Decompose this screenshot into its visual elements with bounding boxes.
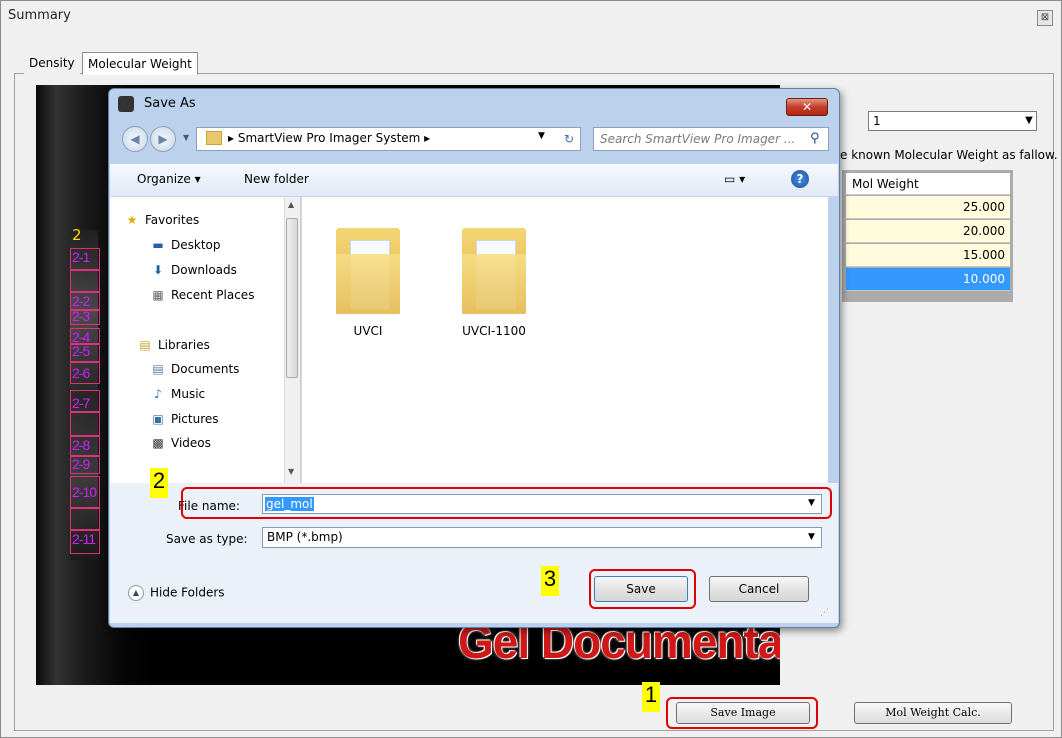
nav-item-music[interactable]: ♪ Music bbox=[150, 387, 205, 401]
refresh-icon[interactable]: ↻ bbox=[558, 128, 580, 150]
nav-item-videos[interactable]: ▩ Videos bbox=[150, 436, 211, 450]
band-label: 2-6 bbox=[72, 365, 90, 381]
resize-grip-icon[interactable]: ⋰ bbox=[820, 608, 829, 618]
nav-scroll-thumb[interactable] bbox=[286, 218, 298, 378]
help-icon[interactable]: ? bbox=[791, 170, 809, 188]
nav-item-pictures[interactable]: ▣ Pictures bbox=[150, 412, 219, 426]
address-path[interactable]: ▸ SmartView Pro Imager System ▸ bbox=[228, 131, 430, 145]
chevron-down-icon[interactable]: ▼ bbox=[1022, 113, 1036, 129]
nav-item-downloads[interactable]: ⬇ Downloads bbox=[150, 263, 237, 277]
music-icon: ♪ bbox=[154, 387, 162, 401]
tab-molecular-weight[interactable]: Molecular Weight bbox=[82, 52, 198, 75]
cancel-button[interactable]: Cancel bbox=[709, 576, 809, 602]
band-box[interactable] bbox=[70, 412, 100, 436]
desktop-icon: ▬ bbox=[152, 238, 164, 252]
nav-item-recent-places[interactable]: ▦ Recent Places bbox=[150, 288, 254, 302]
band-label: 2-7 bbox=[72, 395, 90, 411]
back-arrow-icon[interactable]: ◀ bbox=[122, 126, 148, 152]
search-input[interactable]: Search SmartView Pro Imager ... bbox=[593, 127, 829, 151]
step-marker-1: 1 bbox=[642, 682, 660, 712]
save-as-type-label: Save as type: bbox=[166, 532, 248, 546]
hide-folders-label: Hide Folders bbox=[150, 585, 225, 600]
step-marker-3: 3 bbox=[541, 566, 559, 596]
organize-menu[interactable]: Organize ▾ bbox=[137, 172, 201, 186]
scroll-down-icon[interactable]: ▼ bbox=[288, 467, 294, 476]
view-options-icon[interactable]: ▭ ▾ bbox=[724, 172, 745, 186]
videos-icon: ▩ bbox=[152, 436, 164, 450]
band-label: 2-10 bbox=[72, 484, 97, 500]
band-box[interactable] bbox=[70, 270, 100, 292]
window-title: Summary bbox=[8, 8, 71, 23]
chevron-down-icon[interactable]: ▼ bbox=[808, 532, 815, 542]
save-as-type-select[interactable]: BMP (*.bmp) bbox=[262, 527, 822, 548]
band-label: 2-9 bbox=[72, 456, 90, 472]
band-label: 2-2 bbox=[72, 293, 90, 309]
dialog-close-button[interactable]: ✕ bbox=[786, 98, 828, 116]
scroll-up-icon[interactable]: ▲ bbox=[288, 200, 294, 209]
band-label: 2-3 bbox=[72, 308, 90, 324]
history-dropdown-icon[interactable]: ▼ bbox=[183, 133, 189, 142]
nav-item-libraries[interactable]: ▤ Libraries bbox=[137, 338, 210, 352]
highlight-box-file-name bbox=[181, 487, 832, 519]
tab-density[interactable]: Density bbox=[24, 52, 80, 74]
band-label: 2-11 bbox=[72, 531, 96, 547]
nav-item-label: Music bbox=[171, 387, 206, 401]
nav-item-label: Libraries bbox=[158, 338, 210, 352]
band-label: 2-5 bbox=[72, 343, 90, 359]
forward-arrow-icon[interactable]: ▶ bbox=[150, 126, 176, 152]
camera-icon bbox=[118, 96, 134, 112]
star-icon: ★ bbox=[126, 213, 138, 227]
nav-item-label: Recent Places bbox=[171, 288, 255, 302]
folder-front bbox=[462, 254, 526, 314]
nav-item-label: Documents bbox=[171, 362, 240, 376]
recent-places-icon: ▦ bbox=[152, 288, 164, 302]
nav-item-label: Desktop bbox=[171, 238, 221, 252]
nav-item-documents[interactable]: ▤ Documents bbox=[150, 362, 239, 376]
folder-item-uvci[interactable] bbox=[336, 224, 400, 314]
nav-item-desktop[interactable]: ▬ Desktop bbox=[150, 238, 221, 252]
nav-item-label: Favorites bbox=[145, 213, 200, 227]
grid-header-mol-weight[interactable]: Mol Weight bbox=[846, 173, 1010, 195]
nav-item-favorites[interactable]: ★ Favorites bbox=[124, 213, 200, 227]
folder-label[interactable]: UVCI-1100 bbox=[444, 324, 544, 338]
folder-label[interactable]: UVCI bbox=[318, 324, 418, 338]
folder-icon bbox=[206, 131, 222, 145]
nav-item-label: Videos bbox=[171, 436, 211, 450]
grid-row[interactable]: 20.000 bbox=[846, 220, 1010, 243]
new-folder-button[interactable]: New folder bbox=[244, 172, 309, 186]
mol-weight-calc-button[interactable]: Mol Weight Calc. bbox=[854, 702, 1012, 724]
grid-row[interactable]: 15.000 bbox=[846, 244, 1010, 267]
documents-icon: ▤ bbox=[152, 362, 164, 376]
step-marker-2: 2 bbox=[150, 468, 168, 498]
folder-front bbox=[336, 254, 400, 314]
band-box[interactable] bbox=[70, 508, 100, 530]
search-icon[interactable]: ⚲ bbox=[810, 131, 820, 146]
chevron-up-icon: ▲ bbox=[128, 585, 144, 601]
nav-item-label: Pictures bbox=[171, 412, 219, 426]
dialog-title: Save As bbox=[144, 96, 196, 111]
nav-item-label: Downloads bbox=[171, 263, 237, 277]
highlight-box-save-image bbox=[666, 697, 818, 729]
band-label: 2-8 bbox=[72, 437, 90, 453]
libraries-icon: ▤ bbox=[139, 338, 151, 352]
highlight-box-save bbox=[589, 569, 696, 609]
instruction-text: e known Molecular Weight as fallow. bbox=[840, 148, 1058, 162]
hide-folders-toggle[interactable]: ▲ Hide Folders bbox=[128, 585, 225, 601]
address-dropdown-icon[interactable]: ▼ bbox=[538, 131, 545, 141]
window-close-button[interactable]: ⊠ bbox=[1037, 10, 1053, 26]
grid-row[interactable]: 25.000 bbox=[846, 196, 1010, 219]
band-label: 2-1 bbox=[72, 249, 90, 265]
lane-number-label: 2 bbox=[72, 226, 82, 244]
download-icon: ⬇ bbox=[152, 263, 164, 277]
folder-item-uvci-1100[interactable] bbox=[462, 224, 526, 314]
lane-select[interactable]: 1 bbox=[868, 111, 1037, 131]
pictures-icon: ▣ bbox=[152, 412, 164, 426]
grid-row-selected[interactable]: 10.000 bbox=[846, 268, 1010, 291]
